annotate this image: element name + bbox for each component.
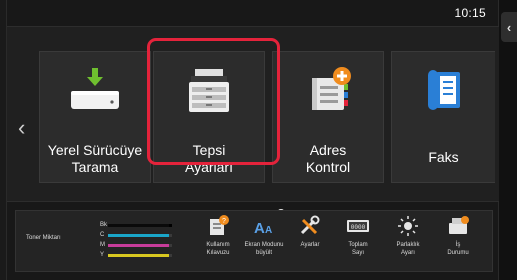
- quick-button-label: Parlaklık Ayarı: [396, 242, 420, 256]
- toner-row-c: C: [100, 231, 172, 239]
- tile-label: Tepsi Ayarları: [185, 142, 233, 175]
- tile-label: Yerel Sürücüye Tarama: [47, 142, 143, 175]
- counter-icon: 0000: [345, 215, 371, 237]
- toner-bar: [108, 253, 172, 257]
- side-panel-toggle-icon[interactable]: ‹: [501, 12, 517, 42]
- clock: 10:15: [454, 6, 486, 20]
- enlarge-text-icon: AA: [252, 215, 276, 237]
- address-book-add-icon: [273, 66, 383, 114]
- svg-text:A: A: [254, 220, 265, 237]
- quick-button-label: Toplam Sayı: [348, 242, 368, 256]
- enlarge-display-button[interactable]: AA Ekran Modunu büyült: [242, 215, 286, 269]
- usb-scan-icon: [40, 66, 150, 114]
- brightness-button[interactable]: Parlaklık Ayarı: [386, 215, 430, 269]
- toner-title: Toner Miktarı: [26, 235, 61, 241]
- touch-panel-screen: 10:15 ‹ Yerel Sürücüye Tarama Tepsi Ayar…: [6, 0, 500, 280]
- user-guide-icon: ?: [206, 215, 230, 237]
- printer-tray-icon: [154, 66, 264, 114]
- toner-fill: [108, 253, 169, 257]
- fax-phone-icon: [392, 66, 495, 114]
- tile-label: Faks: [428, 149, 459, 165]
- toner-fill: [108, 243, 169, 247]
- toner-bar: [108, 233, 172, 237]
- toner-row-m: M: [100, 241, 172, 249]
- quick-button-label: Kullanım Kılavuzu: [206, 242, 230, 256]
- toner-letter: C: [100, 232, 105, 238]
- tile-label: Adres Kontrol: [305, 142, 351, 175]
- toner-fill: [108, 223, 169, 227]
- tile-local-drive-scan[interactable]: Yerel Sürücüye Tarama: [39, 51, 151, 183]
- quick-button-label: İş Durumu: [447, 242, 469, 256]
- quick-button-label: Ekran Modunu büyült: [244, 242, 284, 256]
- tile-fax[interactable]: Faks: [391, 51, 495, 183]
- toner-letter: Y: [100, 252, 105, 258]
- tile-address-control[interactable]: Adres Kontrol: [272, 51, 384, 183]
- toner-bar: [108, 223, 172, 227]
- carousel-prev-arrow-icon[interactable]: ‹: [18, 117, 25, 139]
- user-guide-button[interactable]: ? Kullanım Kılavuzu: [196, 215, 240, 269]
- quick-button-label: Ayarlar: [300, 242, 320, 248]
- tile-tray-settings[interactable]: Tepsi Ayarları: [153, 51, 265, 183]
- job-status-button[interactable]: İş Durumu: [436, 215, 480, 269]
- side-panel-edge: ‹: [499, 0, 517, 280]
- toner-bar: [108, 243, 172, 247]
- action-bar: Toner Miktarı Bk C M Y ? Kullanım Kılavu…: [15, 210, 493, 272]
- toner-row-y: Y: [100, 251, 172, 259]
- tools-icon: [298, 215, 322, 237]
- toner-letter: M: [100, 242, 105, 248]
- total-count-button[interactable]: 0000 Toplam Sayı: [336, 215, 380, 269]
- toner-letter: Bk: [100, 222, 108, 228]
- settings-button[interactable]: Ayarlar: [288, 215, 332, 269]
- job-status-icon: [446, 215, 470, 237]
- brightness-icon: [396, 215, 420, 237]
- svg-text:0000: 0000: [351, 224, 366, 231]
- toner-row-bk: Bk: [100, 221, 172, 229]
- home-carousel: ‹ Yerel Sürücüye Tarama Tepsi Ayarları A…: [7, 26, 500, 217]
- svg-text:?: ?: [222, 218, 226, 225]
- svg-text:A: A: [265, 225, 272, 236]
- toner-fill: [108, 233, 169, 237]
- toner-level-panel[interactable]: Toner Miktarı Bk C M Y: [20, 215, 172, 269]
